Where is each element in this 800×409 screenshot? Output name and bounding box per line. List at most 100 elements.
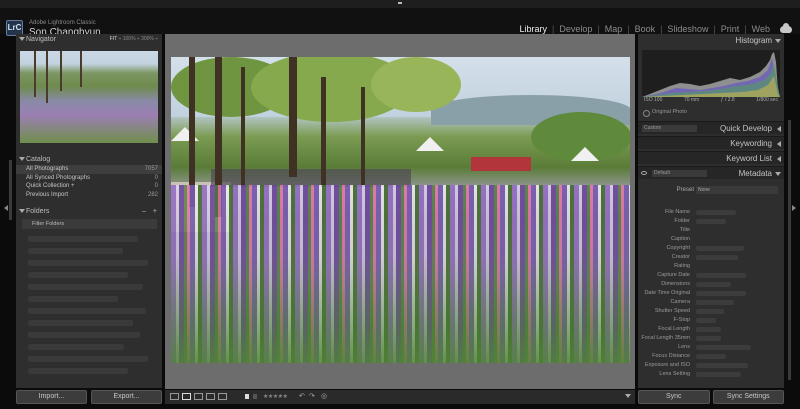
module-book[interactable]: Book	[635, 24, 656, 34]
flag-pick-icon[interactable]	[245, 394, 249, 399]
histogram-exif: ISO 100 70 mm ƒ / 2.8 1/800 sec	[642, 97, 780, 103]
grid-view-icon[interactable]	[170, 393, 179, 400]
focal-value: 70 mm	[683, 97, 700, 103]
sync-settings-button[interactable]: Sync Settings	[712, 390, 784, 404]
navigator-header[interactable]: Navigator FIT ÷ 100% ÷ 300% ÷	[16, 34, 162, 45]
sync-button[interactable]: Sync	[638, 390, 710, 404]
metadata-field-value[interactable]	[696, 336, 721, 341]
metadata-field-value[interactable]	[696, 282, 731, 287]
metadata-field-label: File Name	[664, 209, 690, 215]
metadata-view-select[interactable]: Default	[652, 170, 707, 177]
zoom-fit[interactable]: FIT	[110, 36, 117, 42]
keywording-title: Keywording	[730, 139, 772, 148]
folder-item[interactable]	[28, 236, 138, 242]
toolbar-menu-icon[interactable]	[625, 394, 631, 398]
module-develop[interactable]: Develop	[559, 24, 592, 34]
module-map[interactable]: Map	[605, 24, 623, 34]
metadata-field-value[interactable]	[696, 318, 716, 323]
right-panel-scrollbar[interactable]	[788, 120, 791, 380]
left-panel-toggle-icon[interactable]	[4, 205, 8, 211]
module-library[interactable]: Library	[519, 24, 547, 34]
folder-item[interactable]	[28, 368, 128, 374]
metadata-field-label: Copyright	[666, 245, 690, 251]
remove-folder-button[interactable]: –	[142, 206, 146, 217]
folder-item[interactable]	[28, 296, 118, 302]
quick-develop-preset[interactable]: Custom	[642, 125, 697, 132]
metadata-field-value[interactable]	[696, 246, 744, 251]
folders-title: Folders	[26, 208, 50, 215]
zoom-300[interactable]: 300%	[141, 36, 154, 42]
zoom-100[interactable]: 100%	[123, 36, 136, 42]
metadata-field-value[interactable]	[696, 219, 726, 224]
catalog-item-count: 7057	[144, 166, 158, 172]
catalog-header[interactable]: Catalog	[16, 154, 162, 165]
module-web[interactable]: Web	[752, 24, 770, 34]
aperture-value: ƒ / 2.8	[720, 97, 735, 103]
right-panel-toggle-icon[interactable]	[792, 205, 796, 211]
navigator-preview[interactable]	[20, 51, 158, 143]
folder-item[interactable]	[28, 272, 128, 278]
rotate-left-icon[interactable]: ↶	[299, 392, 305, 400]
folder-item[interactable]	[28, 284, 143, 290]
rotate-right-icon[interactable]: ↷	[309, 392, 315, 400]
keyword-list-header[interactable]: Keyword List	[638, 151, 784, 164]
module-slideshow[interactable]: Slideshow	[667, 24, 708, 34]
import-button[interactable]: Import...	[16, 390, 87, 404]
filter-folders-input[interactable]: Filter Folders	[22, 219, 157, 229]
catalog-item-previous-import[interactable]: Previous Import 282	[16, 191, 162, 200]
metadata-field-value[interactable]	[696, 255, 738, 260]
compare-view-icon[interactable]	[194, 393, 203, 400]
flag-reject-icon[interactable]	[253, 394, 257, 399]
people-tag-icon[interactable]: ◎	[321, 392, 327, 400]
metadata-field-value[interactable]	[696, 210, 736, 215]
top-strip-indicator[interactable]	[398, 2, 402, 4]
folder-item[interactable]	[28, 356, 148, 362]
metadata-field-value[interactable]	[696, 345, 751, 350]
folders-header[interactable]: Folders – +	[16, 206, 162, 217]
module-print[interactable]: Print	[721, 24, 740, 34]
folder-item[interactable]	[28, 308, 146, 314]
photo-red-building	[471, 157, 531, 171]
original-photo-toggle[interactable]: Original Photo	[642, 109, 687, 117]
keywording-header[interactable]: Keywording	[638, 136, 784, 149]
metadata-field-value[interactable]	[696, 291, 746, 296]
export-button[interactable]: Export...	[91, 390, 162, 404]
histogram-header[interactable]: Histogram	[638, 34, 784, 48]
right-panel: Histogram ISO 100 70 mm ƒ / 2.8 1/800 se…	[638, 34, 784, 388]
catalog-item-all-synced[interactable]: All Synced Photographs 0	[16, 174, 162, 183]
star-rating[interactable]: ★★★★★	[263, 393, 288, 400]
metadata-field-value[interactable]	[696, 354, 726, 359]
metadata-field-value[interactable]	[696, 273, 746, 278]
left-panel-scrollbar[interactable]	[9, 160, 12, 220]
metadata-field-value[interactable]	[696, 300, 734, 305]
loupe-view-icon[interactable]	[182, 393, 191, 400]
preset-select[interactable]: None	[696, 186, 778, 194]
folder-item[interactable]	[28, 344, 124, 350]
survey-view-icon[interactable]	[206, 393, 215, 400]
main-photo[interactable]	[171, 57, 630, 363]
folder-item[interactable]	[28, 248, 123, 254]
loupe-view	[165, 34, 635, 389]
metadata-field-value[interactable]	[696, 309, 724, 314]
eye-icon[interactable]	[641, 171, 647, 175]
metadata-header[interactable]: Default Metadata	[638, 166, 784, 179]
quick-develop-header[interactable]: Custom Quick Develop	[638, 121, 784, 134]
catalog-item-all-photographs[interactable]: All Photographs 7057	[16, 165, 162, 174]
catalog-item-label: All Synced Photographs	[26, 174, 91, 181]
add-folder-button[interactable]: +	[153, 206, 157, 217]
cloud-icon[interactable]	[780, 22, 792, 33]
metadata-field-value[interactable]	[696, 327, 721, 332]
folder-item[interactable]	[28, 332, 140, 338]
folder-item[interactable]	[28, 260, 148, 266]
metadata-field-label: Folder	[674, 218, 690, 224]
histogram-graph[interactable]	[642, 50, 780, 97]
people-view-icon[interactable]	[218, 393, 227, 400]
catalog-item-quick-collection[interactable]: Quick Collection + 0	[16, 182, 162, 191]
metadata-field-value[interactable]	[696, 372, 741, 377]
metadata-field-value[interactable]	[696, 363, 748, 368]
lightroom-window: LrC Adobe Lightroom Classic Son Changhyu…	[0, 0, 800, 409]
catalog-item-label: Quick Collection +	[26, 183, 75, 189]
folder-item[interactable]	[28, 320, 133, 326]
module-picker: Library | Develop | Map | Book | Slideshow | …	[519, 22, 792, 34]
photo-trunk	[321, 77, 326, 187]
